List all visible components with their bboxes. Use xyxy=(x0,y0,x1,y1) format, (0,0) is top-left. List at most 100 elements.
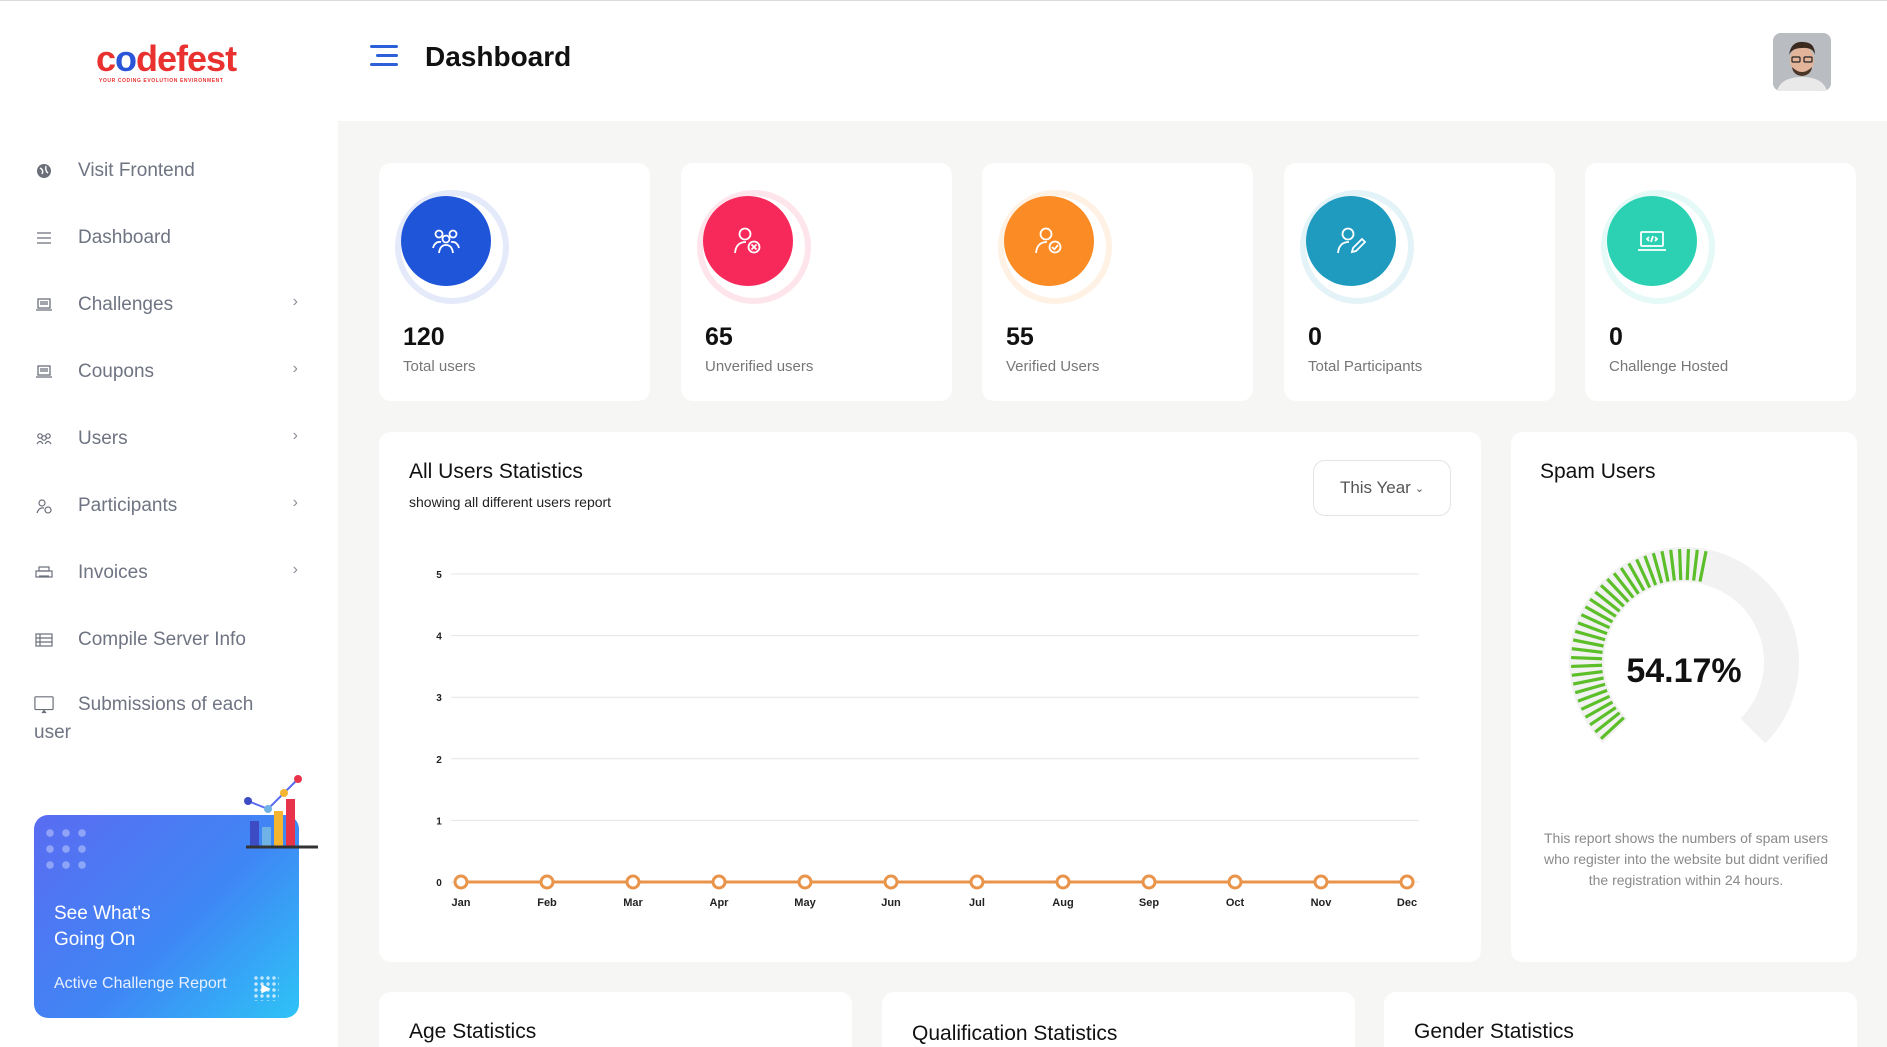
age-statistics-card: Age Statistics xyxy=(379,992,852,1047)
sidebar-item-challenges[interactable]: Challenges › xyxy=(0,271,338,338)
x-tick-label: Jul xyxy=(969,897,985,909)
y-tick-label: 5 xyxy=(436,570,442,581)
y-tick-label: 3 xyxy=(436,693,442,704)
printer-icon xyxy=(34,563,54,583)
stat-label: Total Participants xyxy=(1308,358,1423,375)
user-check-icon xyxy=(998,190,1112,304)
monitor-icon xyxy=(34,695,54,715)
stat-card-total-users: 120 Total users xyxy=(379,163,650,401)
stat-label: Unverified users xyxy=(705,358,814,375)
sidebar-item-label: Invoices xyxy=(78,561,148,583)
chart-subtitle: showing all different users report xyxy=(409,494,612,510)
stat-card-challenge-hosted: 0 Challenge Hosted xyxy=(1585,163,1856,401)
sidebar-item-users[interactable]: Users › xyxy=(0,405,338,472)
sidebar-item-compile-server-info[interactable]: Compile Server Info xyxy=(0,606,338,673)
y-tick-label: 0 xyxy=(436,878,442,889)
users-line-chart: 0 1 2 3 4 5 Jan Feb Mar Apr May Jun Jul Aug Sep Oct Nov D… xyxy=(436,570,1419,909)
data-point xyxy=(1055,874,1071,890)
gender-statistics-card: Gender Statistics xyxy=(1384,992,1857,1047)
x-tick-label: Aug xyxy=(1052,897,1073,909)
data-point xyxy=(969,874,985,890)
card-title: Age Statistics xyxy=(409,1020,537,1043)
data-point xyxy=(797,874,813,890)
stat-card-verified-users: 55 Verified Users xyxy=(982,163,1253,401)
card-title: Gender Statistics xyxy=(1414,1020,1574,1043)
gauge-tick xyxy=(1677,549,1683,581)
period-dropdown[interactable]: This Year ⌄ xyxy=(1313,460,1451,516)
sidebar-item-label: Compile Server Info xyxy=(78,628,246,650)
data-point xyxy=(1313,874,1329,890)
user-edit-icon xyxy=(1300,190,1414,304)
sidebar-item-label: Coupons xyxy=(78,360,155,382)
stat-card-unverified-users: 65 Unverified users xyxy=(681,163,952,401)
y-tick-label: 2 xyxy=(436,755,442,766)
stat-label: Total users xyxy=(403,358,476,375)
sidebar-item-label: Participants xyxy=(78,494,178,516)
sidebar-item-invoices[interactable]: Invoices › xyxy=(0,539,338,606)
user-avatar[interactable] xyxy=(1773,33,1831,91)
laptop-icon xyxy=(34,362,54,382)
stat-value: 0 xyxy=(1609,323,1623,351)
stat-value: 0 xyxy=(1308,323,1322,351)
menu-lines-icon xyxy=(34,228,54,248)
laptop-icon xyxy=(34,295,54,315)
chevron-right-icon: › xyxy=(292,427,298,444)
dots-decoration xyxy=(42,825,92,875)
page-title: Dashboard xyxy=(425,41,572,72)
stat-value: 120 xyxy=(403,323,445,351)
promo-title: See What's Going On xyxy=(54,903,151,950)
code-laptop-icon xyxy=(1601,190,1715,304)
codefest-logo[interactable]: codefest YOUR CODING EVOLUTION ENVIRONME… xyxy=(96,39,246,87)
participants-icon xyxy=(34,496,54,516)
sidebar-item-visit-frontend[interactable]: Visit Frontend xyxy=(0,137,338,204)
qualification-statistics-card: Qualification Statistics xyxy=(882,992,1355,1047)
logo-wordmark: codefest xyxy=(96,38,237,79)
x-tick-label: Nov xyxy=(1311,897,1333,909)
user-x-icon xyxy=(697,190,811,304)
sidebar-item-submissions[interactable]: Submissions of each user xyxy=(0,673,338,763)
bar-chart-illustration-icon xyxy=(244,775,318,849)
stat-card-total-participants: 0 Total Participants xyxy=(1284,163,1555,401)
chevron-right-icon: › xyxy=(292,561,298,578)
stat-label: Verified Users xyxy=(1006,358,1100,375)
all-users-statistics-card: All Users Statistics showing all differe… xyxy=(379,432,1481,962)
card-title: Qualification Statistics xyxy=(912,1022,1118,1045)
x-tick-label: Mar xyxy=(623,897,643,909)
chevron-right-icon: › xyxy=(292,360,298,377)
chevron-down-icon: ⌄ xyxy=(1414,482,1425,495)
sidebar-item-label: Visit Frontend xyxy=(78,159,195,181)
x-tick-label: Dec xyxy=(1397,897,1417,909)
x-tick-label: Feb xyxy=(537,897,557,909)
sidebar-item-label: Users xyxy=(78,427,128,449)
spam-users-card: Spam Users 54.17% This report shows the … xyxy=(1511,432,1857,962)
y-tick-label: 4 xyxy=(436,632,442,643)
top-header: Dashboard xyxy=(338,1,1887,121)
sidebar-nav: Visit Frontend Dashboard Challenges › Co… xyxy=(0,137,338,763)
sidebar-item-label: Dashboard xyxy=(78,226,171,248)
sidebar: codefest YOUR CODING EVOLUTION ENVIRONME… xyxy=(0,1,338,1047)
sidebar-item-dashboard[interactable]: Dashboard xyxy=(0,204,338,271)
data-point xyxy=(1227,874,1243,890)
arrow-right-icon[interactable]: ▶ xyxy=(253,975,279,1001)
data-point xyxy=(711,874,727,890)
gauge-tick xyxy=(1685,549,1691,581)
x-tick-label: Jun xyxy=(881,897,901,909)
period-value: This Year xyxy=(1339,478,1411,497)
active-challenge-report-link[interactable]: Active Challenge Report xyxy=(54,975,227,993)
globe-icon xyxy=(34,161,54,181)
stat-value: 65 xyxy=(705,323,733,351)
hamburger-menu-icon[interactable] xyxy=(370,45,398,69)
users-group-icon xyxy=(34,429,54,449)
sidebar-item-participants[interactable]: Participants › xyxy=(0,472,338,539)
spam-title: Spam Users xyxy=(1540,460,1656,483)
data-point xyxy=(453,874,469,890)
data-point xyxy=(883,874,899,890)
x-tick-label: Oct xyxy=(1226,897,1245,909)
server-list-icon xyxy=(34,630,54,650)
x-tick-label: Sep xyxy=(1139,897,1159,909)
x-tick-label: May xyxy=(794,897,816,909)
chevron-right-icon: › xyxy=(292,494,298,511)
sidebar-item-coupons[interactable]: Coupons › xyxy=(0,338,338,405)
data-point xyxy=(1141,874,1157,890)
spam-description: This report shows the numbers of spam us… xyxy=(1543,830,1829,888)
